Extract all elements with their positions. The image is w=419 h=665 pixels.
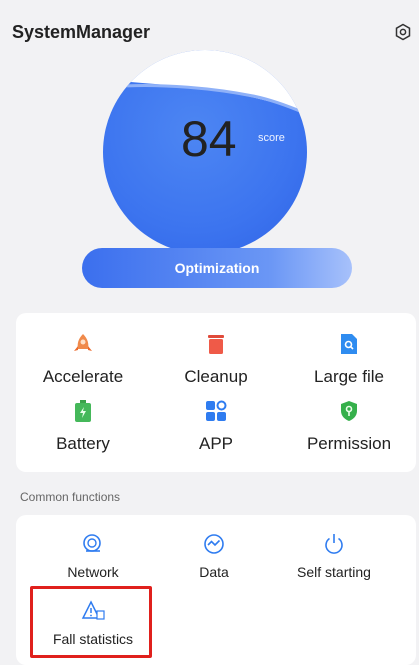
func-network[interactable]: Network — [33, 533, 153, 583]
tool-label: Cleanup — [184, 367, 248, 386]
func-data[interactable]: Data — [154, 533, 274, 583]
section-title-common: Common functions — [20, 490, 121, 504]
data-icon — [204, 534, 224, 554]
tool-label: APP — [198, 434, 234, 453]
shield-key-icon — [341, 401, 357, 421]
tool-app[interactable]: APP — [151, 400, 281, 470]
func-label: Network — [67, 564, 119, 580]
score-value: 84 — [181, 111, 237, 167]
file-search-icon — [341, 334, 357, 354]
battery-icon — [75, 400, 91, 422]
tool-accelerate[interactable]: Accelerate — [18, 333, 148, 403]
func-self-starting[interactable]: Self starting — [274, 533, 394, 583]
func-label: Data — [199, 564, 229, 580]
trash-icon — [208, 335, 224, 354]
score-circle[interactable]: 84 score — [103, 50, 307, 254]
tool-large-file[interactable]: Large file — [284, 333, 414, 403]
app-title: SystemManager — [12, 22, 151, 42]
tool-cleanup[interactable]: Cleanup — [151, 333, 281, 403]
rocket-icon — [74, 334, 92, 351]
tool-battery[interactable]: Battery — [18, 400, 148, 470]
tool-label: Large file — [314, 367, 384, 386]
network-icon — [83, 534, 101, 552]
tool-label: Permission — [306, 434, 392, 453]
score-unit: score — [258, 132, 285, 144]
highlight-box — [30, 586, 152, 658]
app-grid-icon — [206, 400, 227, 421]
tool-label: Accelerate — [42, 367, 124, 386]
power-icon — [325, 534, 343, 554]
func-label: Self starting — [297, 564, 371, 580]
tools-card: Accelerate Cleanup Large file Battery AP… — [16, 313, 416, 472]
settings-icon[interactable] — [394, 23, 412, 41]
tool-label: Battery — [56, 434, 110, 453]
tool-permission[interactable]: Permission — [284, 400, 414, 470]
optimization-button[interactable]: Optimization — [82, 248, 352, 288]
